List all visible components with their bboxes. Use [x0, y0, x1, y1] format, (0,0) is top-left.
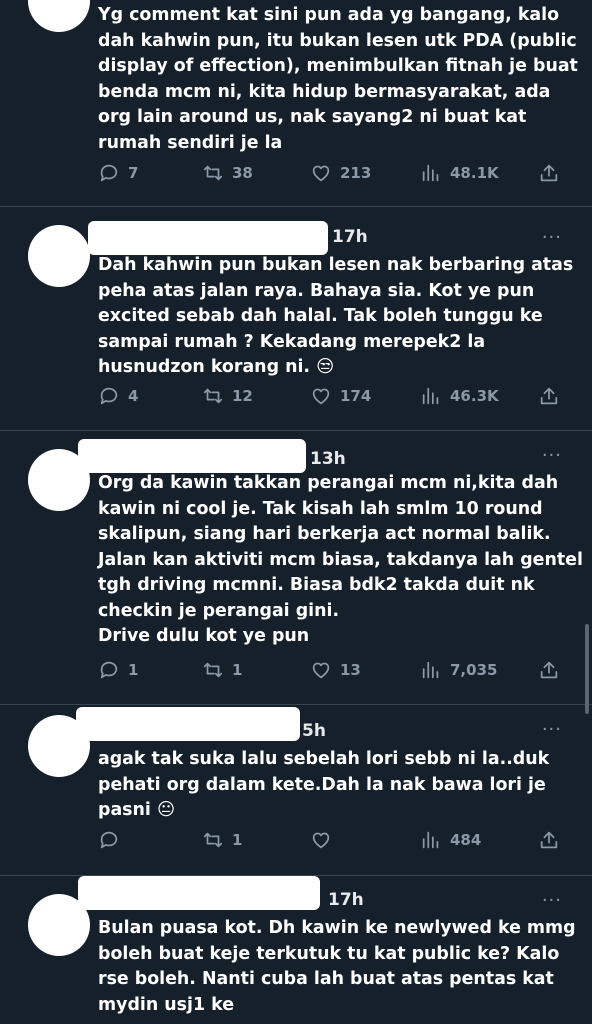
author-name[interactable] [78, 876, 320, 910]
retweet-icon [203, 832, 223, 848]
reply-icon [100, 387, 118, 405]
scrollbar[interactable] [585, 624, 589, 714]
tweet-actions: 1 1 13 7,035 [98, 659, 570, 689]
retweet-icon [203, 165, 223, 181]
retweet-button[interactable]: 1 [202, 659, 242, 681]
retweet-count: 38 [232, 164, 253, 182]
retweet-button[interactable]: 1 [202, 829, 242, 851]
reply-button[interactable]: 4 [98, 385, 138, 407]
tweet-text: Yg comment kat sini pun ada yg bangang, … [98, 5, 578, 153]
author-name[interactable] [78, 439, 306, 473]
reply-button[interactable] [98, 829, 128, 851]
views-count: 48.1K [450, 164, 499, 182]
tweet-actions: 4 12 174 46.3K [98, 385, 570, 415]
retweet-count: 1 [232, 831, 243, 849]
avatar[interactable] [28, 225, 90, 287]
reply-icon [100, 164, 118, 182]
more-options-button[interactable]: ··· [542, 890, 562, 911]
retweet-count: 12 [232, 387, 253, 405]
views-icon [422, 661, 439, 679]
tweet-actions: 7 38 213 48.1K [98, 162, 570, 192]
reply-count: 7 [128, 164, 139, 182]
like-count: 213 [340, 164, 372, 182]
tweet[interactable]: 5h ··· agak tak suka lalu sebelah lori s… [0, 705, 592, 875]
like-button[interactable]: 174 [310, 385, 371, 407]
views-count: 7,035 [450, 661, 498, 679]
views-button[interactable]: 7,035 [420, 659, 497, 681]
more-options-button[interactable]: ··· [542, 227, 562, 248]
reply-button[interactable]: 7 [98, 162, 138, 184]
share-button[interactable] [538, 385, 560, 407]
share-button[interactable] [538, 829, 560, 851]
reply-button[interactable]: 1 [98, 659, 138, 681]
like-button[interactable] [310, 829, 340, 851]
retweet-icon [203, 662, 223, 678]
tweet-time[interactable]: 17h [332, 227, 368, 247]
tweet-time[interactable]: 5h [302, 721, 326, 741]
retweet-button[interactable]: 38 [202, 162, 253, 184]
views-button[interactable]: 484 [420, 829, 481, 851]
share-icon [540, 831, 558, 849]
tweet-text-body: Dah kahwin pun bukan lesen nak berbaring… [98, 255, 574, 377]
views-icon [422, 164, 439, 182]
unamused-emoji: 😒 [316, 357, 335, 377]
tweet[interactable]: Yg comment kat sini pun ada yg bangang, … [0, 0, 592, 206]
views-icon [422, 387, 439, 405]
share-icon [540, 164, 558, 182]
tweet[interactable]: 17h ··· Bulan puasa kot. Dh kawin ke new… [0, 876, 592, 1024]
views-icon [422, 831, 439, 849]
like-icon [312, 388, 330, 405]
retweet-icon [203, 388, 223, 404]
views-button[interactable]: 46.3K [420, 385, 499, 407]
like-icon [312, 832, 330, 849]
author-name[interactable] [88, 221, 328, 255]
share-button[interactable] [538, 659, 560, 681]
like-count: 13 [340, 661, 361, 679]
like-count: 174 [340, 387, 372, 405]
retweet-button[interactable]: 12 [202, 385, 253, 407]
tweet-text: Bulan puasa kot. Dh kawin ke newlywed ke… [98, 918, 576, 1015]
neutral-face-emoji: 😐 [156, 800, 176, 820]
reply-icon [100, 831, 118, 849]
tweet-time[interactable]: 17h [328, 890, 364, 910]
reply-icon [100, 661, 118, 679]
reply-count: 1 [128, 661, 139, 679]
avatar[interactable] [28, 0, 90, 32]
reply-count: 4 [128, 387, 139, 405]
share-icon [540, 387, 558, 405]
like-icon [312, 662, 330, 679]
tweet-text: Org da kawin takkan perangai mcm ni,kita… [98, 473, 583, 646]
tweet-text: Dah kahwin pun bukan lesen nak berbaring… [98, 253, 584, 381]
retweet-count: 1 [232, 661, 243, 679]
tweet[interactable]: 13h ··· Org da kawin takkan perangai mcm… [0, 431, 592, 703]
tweet[interactable]: 17h ··· Dah kahwin pun bukan lesen nak b… [0, 207, 592, 429]
more-options-button[interactable]: ··· [542, 445, 562, 466]
share-icon [540, 661, 558, 679]
tweet-text: agak tak suka lalu sebelah lori sebb ni … [98, 747, 584, 824]
tweet-actions: 1 484 [98, 829, 570, 859]
tweet-time[interactable]: 13h [310, 449, 346, 469]
like-button[interactable]: 213 [310, 162, 371, 184]
like-icon [312, 165, 330, 182]
like-button[interactable]: 13 [310, 659, 361, 681]
views-button[interactable]: 48.1K [420, 162, 499, 184]
views-count: 46.3K [450, 387, 499, 405]
author-name[interactable] [76, 707, 300, 741]
share-button[interactable] [538, 162, 560, 184]
views-count: 484 [450, 831, 482, 849]
more-options-button[interactable]: ··· [542, 719, 562, 740]
